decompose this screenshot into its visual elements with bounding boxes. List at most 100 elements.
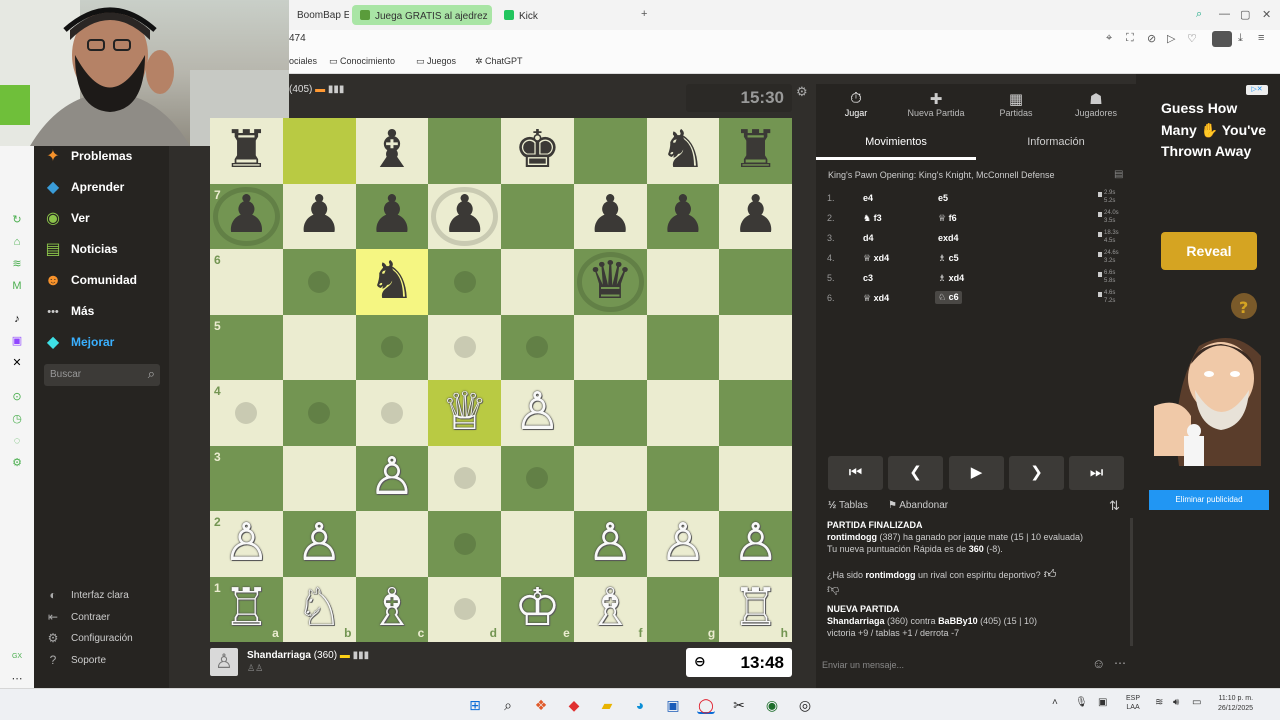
bookmark-socials[interactable]: ociales (289, 56, 317, 66)
gx-icon[interactable]: GX (11, 651, 23, 663)
play-button[interactable]: ▶ (949, 456, 1004, 490)
square-e4[interactable]: ♙ (501, 380, 574, 446)
close-icon[interactable]: ✕ (1262, 8, 1271, 21)
system-clock[interactable]: 11:10 p. m. 26/12/2025 (1218, 694, 1253, 714)
square-c5[interactable] (355, 314, 429, 380)
white-move[interactable]: ♕ xd4 (863, 253, 889, 264)
nav-item-noticias[interactable]: ▤ Noticias (44, 239, 164, 261)
maximize-icon[interactable]: ▢ (1240, 8, 1250, 21)
square-h2[interactable]: ♙ (719, 511, 792, 577)
square-e1[interactable]: ♔ e (501, 576, 574, 642)
chess-piece[interactable]: ♙ (296, 517, 343, 569)
edge-icon[interactable]: ◕ (631, 696, 649, 714)
browser-tab-kick[interactable]: Kick (496, 5, 636, 25)
winner-name[interactable]: rontimdogg (827, 532, 877, 542)
nav-item-mejorar[interactable]: ◆ Mejorar (44, 332, 164, 354)
bottom-player-name[interactable]: Shandarriaga (247, 650, 311, 661)
tab-informacion[interactable]: Información (976, 136, 1136, 148)
download-icon[interactable]: ⤓ (1238, 32, 1243, 45)
square-h7[interactable]: ♟ (719, 183, 792, 249)
chess-piece[interactable]: ♖ (732, 582, 779, 634)
chess-piece[interactable]: ♜ (223, 124, 270, 176)
tray-app-icon[interactable]: ▣ (1098, 697, 1107, 708)
square-e2[interactable] (501, 511, 574, 577)
square-g2[interactable]: ♙ (646, 511, 720, 577)
chess-piece[interactable]: ♚ (514, 124, 561, 176)
capcut-icon[interactable]: ✂ (730, 696, 748, 714)
chess-piece[interactable]: ♟ (223, 189, 270, 241)
black-move[interactable]: ♘ c6 (935, 291, 962, 304)
app-icon[interactable]: ◆ (565, 696, 583, 714)
twitch-icon[interactable]: ▣ (11, 335, 23, 347)
copilot-icon[interactable]: ❖ (532, 696, 550, 714)
draw-button[interactable]: ½ Tablas (828, 500, 868, 511)
menu-icon[interactable]: ≡ (1258, 32, 1264, 44)
square-b1[interactable]: ♘ b (282, 576, 356, 642)
chess-piece[interactable]: ♙ (587, 517, 634, 569)
square-c3[interactable]: ♙ (355, 445, 429, 511)
square-h5[interactable] (719, 314, 792, 380)
ad-banner[interactable]: Guess How Many ✋ You've Thrown Away Reve… (1136, 74, 1280, 688)
square-g4[interactable] (646, 380, 720, 446)
square-g8[interactable]: ♞ (646, 118, 720, 184)
heart-icon[interactable]: ♡ (1187, 32, 1197, 45)
wifi-icon[interactable]: ≋ (1155, 697, 1163, 708)
chat-menu-icon[interactable]: ⋯ (1114, 656, 1126, 670)
tiktok-icon[interactable]: ♪ (11, 313, 23, 325)
chat-input[interactable]: Enviar un mensaje... ☺ ⋯ (816, 650, 1136, 678)
square-g3[interactable] (646, 445, 720, 511)
square-e7[interactable] (501, 183, 574, 249)
nav-configuracion[interactable]: ⚙ Configuración (44, 631, 164, 647)
black-move[interactable]: ♕ f6 (938, 213, 957, 224)
new-tab-button[interactable]: + (641, 8, 647, 20)
square-h3[interactable] (719, 445, 792, 511)
nav-soporte[interactable]: ? Soporte (44, 653, 164, 669)
black-move[interactable]: e5 (938, 193, 948, 203)
chess-piece[interactable]: ♗ (587, 582, 634, 634)
opera-gx-icon[interactable]: ◯ (697, 696, 715, 714)
square-a8[interactable]: ♜ (210, 118, 283, 184)
chess-piece[interactable]: ♙ (660, 517, 707, 569)
sidebar-app-icon[interactable]: ◌ (11, 435, 23, 447)
square-c4[interactable] (355, 380, 429, 446)
player-b[interactable]: BaBBy10 (938, 616, 978, 626)
square-c2[interactable] (355, 511, 429, 577)
square-b4[interactable] (282, 380, 356, 446)
sport-name[interactable]: rontimdogg (866, 570, 916, 580)
square-f8[interactable] (573, 118, 647, 184)
nav-item-ver[interactable]: ◉ Ver (44, 208, 164, 230)
app-icon[interactable]: ◉ (763, 696, 781, 714)
browser-tab-boombap[interactable]: BoomBap E (289, 5, 349, 25)
chess-piece[interactable]: ♙ (369, 451, 416, 503)
square-f1[interactable]: ♗ f (573, 576, 647, 642)
square-g7[interactable]: ♟ (646, 183, 720, 249)
chess-piece[interactable]: ♙ (514, 386, 561, 438)
square-b7[interactable]: ♟ (282, 183, 356, 249)
obs-icon[interactable]: ◎ (796, 696, 814, 714)
chess-piece[interactable]: ♞ (369, 255, 416, 307)
square-d4[interactable]: ♕ (428, 380, 501, 446)
nav-contraer[interactable]: ⇤ Contraer (44, 610, 164, 626)
nav-interfaz-clara[interactable]: ◐ Interfaz clara (44, 588, 164, 604)
sidebar-app-icon[interactable]: ⌂ (11, 236, 23, 248)
remove-ads-button[interactable]: Eliminar publicidad (1149, 490, 1269, 510)
chess-piece[interactable]: ♗ (369, 582, 416, 634)
square-a2[interactable]: ♙ 2 (210, 511, 283, 577)
next-move-button[interactable]: ❯ (1009, 456, 1064, 490)
square-b6[interactable] (282, 249, 356, 315)
emoji-icon[interactable]: ☺ (1092, 656, 1105, 671)
square-a4[interactable]: 4 (210, 380, 283, 446)
reveal-button[interactable]: Reveal (1161, 232, 1257, 270)
white-move[interactable]: ♞ f3 (863, 213, 882, 224)
square-e5[interactable] (501, 314, 574, 380)
chess-piece[interactable]: ♝ (369, 124, 416, 176)
white-move[interactable]: ♕ xd4 (863, 293, 889, 304)
windows-start-icon[interactable]: ⊞ (466, 696, 484, 714)
minimize-icon[interactable]: — (1219, 8, 1230, 20)
x-icon[interactable]: ✕ (11, 357, 23, 369)
browser-tab-chess[interactable]: Juega GRATIS al ajedrez (352, 5, 492, 25)
language-indicator[interactable]: ESP LAA (1126, 694, 1140, 712)
chess-piece[interactable]: ♟ (441, 189, 488, 241)
play-icon[interactable]: ▷ (1167, 32, 1175, 45)
chess-board[interactable]: ♜ ♝ ♚ ♞ ♜ ♟ 7 ♟ ♟ ♟ ♟ ♟ ♟ 6 ♞ ♛ 5 4 ♕ ♙ 3 ♙ ♙ 2 ♙ ♙ ♙ ♙ ♖ 1 a ♘ b ♗ c d ♔ e ♗ f… (210, 118, 792, 642)
